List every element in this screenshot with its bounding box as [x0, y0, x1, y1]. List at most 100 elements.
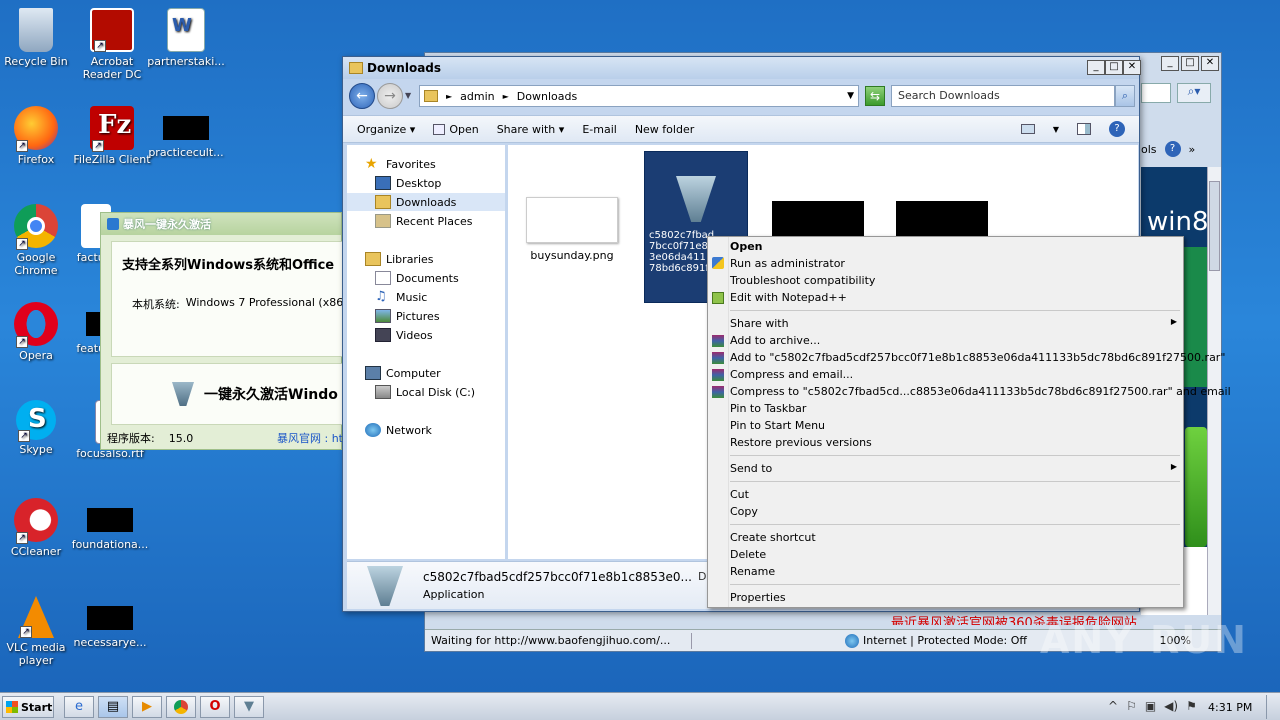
view-options-icon[interactable] — [1020, 124, 1035, 134]
details-name-row: c5802c7fbad5cdf257bcc0f71e8b1c8853e0... … — [423, 570, 738, 584]
activate-button[interactable]: 一键永久激活Windo — [111, 363, 343, 425]
nav-desktop[interactable]: Desktop — [347, 174, 505, 192]
email-button[interactable]: E-mail — [582, 123, 617, 136]
nav-videos[interactable]: Videos — [347, 326, 505, 344]
desktop-icon-foundationa[interactable]: foundationa... — [70, 498, 150, 551]
back-button[interactable]: ← — [349, 83, 375, 109]
refresh-button[interactable]: ⇆ — [865, 86, 885, 106]
close-button[interactable]: ✕ — [1123, 60, 1141, 75]
menu-item-rename[interactable]: Rename — [730, 563, 775, 580]
taskbar-chrome-icon[interactable] — [166, 696, 196, 718]
forward-button[interactable]: → — [377, 83, 403, 109]
green-download-button[interactable] — [1185, 427, 1207, 547]
minimize-button[interactable]: _ — [1087, 60, 1105, 75]
nav-favorites[interactable]: ★ Favorites — [347, 155, 505, 173]
ie-search-icon[interactable]: ⌕▾ — [1177, 83, 1211, 103]
menu-item-pin-start[interactable]: Pin to Start Menu — [730, 417, 825, 434]
desktop-icon-ccleaner[interactable]: ↗ CCleaner — [0, 498, 76, 558]
search-input[interactable]: Search Downloads — [891, 85, 1115, 107]
taskbar-opera-icon[interactable]: O — [200, 696, 230, 718]
action-center-icon[interactable]: ⚐ — [1126, 699, 1137, 713]
pictures-icon — [375, 309, 391, 323]
menu-item-open[interactable]: Open — [730, 238, 763, 255]
taskbar-ie-icon[interactable]: e — [64, 696, 94, 718]
desktop-icon-recycle-bin[interactable]: Recycle Bin — [0, 8, 76, 68]
official-site-link[interactable]: 暴风官网 : ht — [277, 430, 343, 446]
chevron-more-icon[interactable]: » — [1189, 143, 1196, 156]
nav-libraries[interactable]: Libraries — [347, 250, 505, 268]
volume-icon[interactable]: ◀) — [1164, 699, 1178, 713]
maximize-button[interactable]: □ — [1105, 60, 1123, 75]
menu-item-pin-taskbar[interactable]: Pin to Taskbar — [730, 400, 806, 417]
menu-item-add-to-rar[interactable]: Add to "c5802c7fbad5cdf257bcc0f71e8b1c88… — [730, 349, 1225, 366]
menu-item-copy[interactable]: Copy — [730, 503, 758, 520]
desktop-icon-acrobat[interactable]: ↗ Acrobat Reader DC — [72, 8, 152, 81]
tools-menu[interactable]: ols — [1141, 143, 1157, 156]
show-hidden-icons[interactable]: ^ — [1108, 699, 1118, 713]
nav-recent-places[interactable]: Recent Places — [347, 212, 505, 230]
desktop-icon-partnerstaki[interactable]: W partnerstaki... — [146, 8, 226, 68]
menu-item-send-to[interactable]: Send to — [730, 460, 772, 477]
show-desktop-button[interactable] — [1266, 695, 1278, 719]
search-icon[interactable]: ⌕ — [1115, 85, 1135, 107]
desktop-icon-firefox[interactable]: ↗ Firefox — [0, 106, 76, 166]
nav-music[interactable]: ♫ Music — [347, 288, 505, 306]
help-icon[interactable]: ? — [1109, 121, 1125, 137]
minimize-button[interactable]: _ — [1161, 56, 1179, 71]
taskbar-media-player-icon[interactable]: ▶ — [132, 696, 162, 718]
share-with-menu[interactable]: Share with ▾ — [497, 123, 565, 136]
nav-local-disk[interactable]: Local Disk (C:) — [347, 383, 505, 401]
organize-menu[interactable]: Organize ▾ — [357, 123, 415, 136]
menu-item-compress-email[interactable]: Compress and email... — [730, 366, 853, 383]
menu-item-share-with[interactable]: Share with — [730, 315, 789, 332]
desktop-icon-vlc[interactable]: ↗ VLC media player — [0, 596, 76, 667]
taskbar-activation-app-icon[interactable]: ▼ — [234, 696, 264, 718]
ie-search-box[interactable] — [1141, 83, 1171, 103]
recent-pages-chevron-icon[interactable]: ▼ — [405, 83, 411, 109]
close-button[interactable]: ✕ — [1201, 56, 1219, 71]
menu-item-properties[interactable]: Properties — [730, 589, 786, 606]
start-button[interactable]: Start — [2, 696, 54, 718]
menu-item-create-shortcut[interactable]: Create shortcut — [730, 529, 816, 546]
breadcrumb-admin[interactable]: admin — [460, 90, 494, 103]
menu-item-delete[interactable]: Delete — [730, 546, 766, 563]
file-item-buysunday[interactable]: buysunday.png — [524, 197, 620, 262]
menu-item-run-as-admin[interactable]: Run as administrator — [730, 255, 845, 272]
view-dropdown-icon[interactable]: ▼ — [1053, 125, 1059, 134]
desktop-icon-necessarye[interactable]: necessarye... — [70, 596, 150, 649]
maximize-button[interactable]: □ — [1181, 56, 1199, 71]
nav-documents[interactable]: Documents — [347, 269, 505, 287]
nav-network[interactable]: Network — [347, 421, 505, 439]
menu-item-add-archive[interactable]: Add to archive... — [730, 332, 820, 349]
menu-item-cut[interactable]: Cut — [730, 486, 749, 503]
menu-item-edit-notepad[interactable]: Edit with Notepad++ — [730, 289, 847, 306]
new-folder-button[interactable]: New folder — [635, 123, 694, 136]
taskbar-explorer-icon[interactable]: ▤ — [98, 696, 128, 718]
activation-app-title: 暴风一键永久激活 — [123, 218, 211, 231]
flag-icon[interactable]: ⚑ — [1186, 699, 1197, 713]
file-thumbnail — [163, 116, 209, 140]
breadcrumb-downloads[interactable]: Downloads — [517, 90, 577, 103]
navigation-pane: ★ Favorites Desktop Downloads Recent Plac… — [347, 145, 505, 559]
help-icon[interactable]: ? — [1164, 141, 1181, 157]
nav-downloads[interactable]: Downloads — [347, 193, 505, 211]
desktop-icon-practicecult[interactable]: practicecult... — [146, 106, 226, 159]
menu-item-troubleshoot[interactable]: Troubleshoot compatibility — [730, 272, 875, 289]
file-item-hidden-1[interactable] — [772, 201, 864, 237]
menu-item-compress-rar-email[interactable]: Compress to "c5802c7fbad5cd...c8853e06da… — [730, 383, 1231, 400]
nav-computer[interactable]: Computer — [347, 364, 505, 382]
explorer-titlebar: Downloads — [343, 57, 1139, 79]
open-button[interactable]: Open — [433, 123, 479, 136]
desktop-icon-filezilla[interactable]: Fz ↗ FileZilla Client — [72, 106, 152, 166]
address-bar[interactable]: ► admin ► Downloads ▼ — [419, 85, 859, 107]
clock[interactable]: 4:31 PM — [1208, 701, 1252, 714]
address-dropdown-icon[interactable]: ▼ — [847, 91, 854, 101]
desktop-icon-skype[interactable]: S ↗ Skype — [0, 400, 76, 456]
preview-pane-icon[interactable] — [1077, 123, 1091, 135]
network-tray-icon[interactable]: ▣ — [1145, 699, 1156, 713]
menu-item-restore-versions[interactable]: Restore previous versions — [730, 434, 872, 451]
file-item-hidden-2[interactable] — [896, 201, 988, 237]
scrollbar-thumb[interactable] — [1209, 181, 1220, 271]
shortcut-arrow-icon: ↗ — [16, 140, 28, 152]
nav-pictures[interactable]: Pictures — [347, 307, 505, 325]
